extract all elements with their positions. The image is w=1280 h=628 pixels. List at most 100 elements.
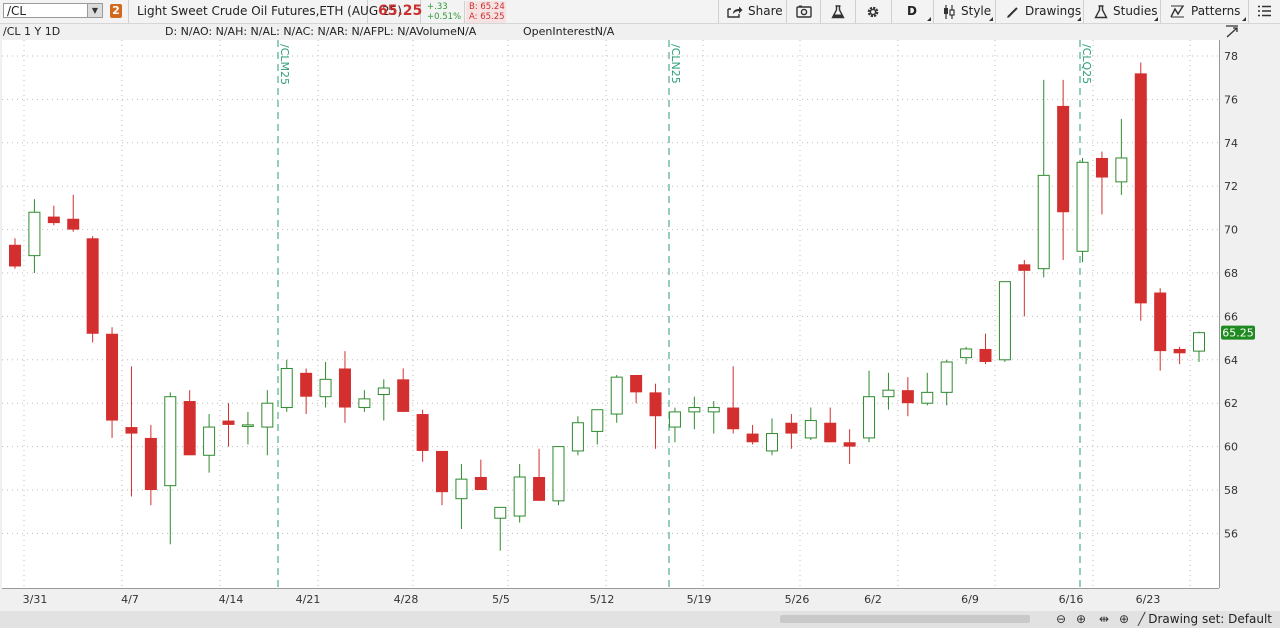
- candle-body: [222, 420, 235, 425]
- dropdown-corner-icon: [1242, 17, 1246, 21]
- x-tick-label: 6/23: [1136, 593, 1161, 606]
- time-scrollbar[interactable]: ⊖ ⊕ ⇹ ⊕ ╱ Drawing set: Default: [0, 611, 1280, 628]
- candle-body: [397, 379, 410, 412]
- snapshot-button[interactable]: [786, 0, 820, 23]
- symbol-input[interactable]: /CL ▼: [3, 3, 103, 18]
- link-group-badge[interactable]: 2: [110, 4, 122, 18]
- percent-change: +0.51%: [427, 12, 462, 22]
- candle-body: [241, 424, 254, 427]
- patterns-button[interactable]: Patterns: [1160, 0, 1248, 23]
- x-tick-label: 6/16: [1059, 593, 1084, 606]
- x-tick-label: 3/31: [23, 593, 48, 606]
- candle[interactable]: [1076, 157, 1089, 263]
- dropdown-corner-icon: [1154, 17, 1158, 21]
- candle[interactable]: [552, 446, 565, 506]
- symbol-input-value[interactable]: /CL: [7, 4, 26, 18]
- settings-button[interactable]: [855, 0, 891, 23]
- symbol-dropdown-icon[interactable]: ▼: [87, 4, 102, 17]
- zoom-out-icon[interactable]: ⊖: [1056, 612, 1066, 626]
- y-tick-label: 58: [1224, 484, 1238, 497]
- studies-label: Studies: [1113, 4, 1158, 18]
- x-tick-label: 4/21: [296, 593, 321, 606]
- crosshair-icon[interactable]: ⊕: [1119, 612, 1129, 626]
- toolbar: /CL ▼ 2 Light Sweet Crude Oil Futures,ET…: [0, 0, 1280, 24]
- ask-price: A: 65.25: [469, 12, 505, 22]
- chart-info-bar: /CL 1 Y 1D D: N/AO: N/AH: N/AL: N/AC: N/…: [0, 24, 1220, 40]
- plot-area[interactable]: [2, 40, 1219, 588]
- bid-price: B: 65.24: [469, 2, 505, 12]
- flask-button[interactable]: [820, 0, 855, 23]
- flask-icon: [831, 5, 845, 19]
- y-tick-label: 68: [1224, 267, 1238, 280]
- candle[interactable]: [86, 236, 99, 343]
- candle-body: [533, 476, 546, 501]
- rollover-label: /CLM25: [278, 44, 291, 85]
- menu-button[interactable]: [1248, 0, 1280, 23]
- candle-body: [746, 433, 759, 443]
- candle[interactable]: [998, 281, 1011, 362]
- candle-body: [474, 476, 487, 490]
- share-button[interactable]: Share: [718, 0, 786, 23]
- pencil-icon: [1007, 7, 1018, 18]
- candle-body: [1134, 73, 1147, 304]
- candle-body: [1076, 161, 1089, 252]
- aggregation-period-button[interactable]: D: [891, 0, 933, 23]
- zoom-in-icon[interactable]: ⊕: [1076, 612, 1086, 626]
- price-chart[interactable]: /CLM25/CLN25/CLQ25 56 58 60 62 64 66 68 70 72 74 7…: [0, 40, 1280, 610]
- drawings-button[interactable]: Drawings: [995, 0, 1083, 23]
- x-tick-label: 6/2: [864, 593, 882, 606]
- x-tick-label: 4/7: [121, 593, 139, 606]
- drawings-label: Drawings: [1025, 4, 1082, 18]
- candle-body: [979, 348, 992, 362]
- x-tick-label: 5/5: [492, 593, 510, 606]
- y-tick-label: 64: [1224, 354, 1238, 367]
- gear-icon: [867, 6, 879, 18]
- y-tick-label: 76: [1224, 93, 1238, 106]
- studies-button[interactable]: Studies: [1083, 0, 1160, 23]
- drawing-set-status[interactable]: Drawing set: Default: [1148, 611, 1272, 628]
- pan-arrows-icon[interactable]: ⇹: [1099, 612, 1109, 626]
- candle-body: [1018, 264, 1031, 271]
- scrollbar-thumb[interactable]: [780, 615, 1030, 623]
- style-label: Style: [961, 4, 992, 18]
- y-tick-label: 78: [1224, 50, 1238, 63]
- candle-body: [901, 390, 914, 404]
- candle-body: [338, 368, 351, 408]
- last-price: 65.25: [378, 3, 423, 19]
- open-interest-readout: OpenInterestN/A: [523, 25, 615, 38]
- patterns-icon: [1170, 5, 1184, 18]
- price-chart-svg[interactable]: /CLM25/CLN25/CLQ25 56 58 60 62 64 66 68 70 72 74 7…: [0, 40, 1280, 610]
- bid-ask-box: B: 65.24 A: 65.25: [466, 1, 506, 23]
- collapse-icon[interactable]: [1224, 24, 1240, 40]
- candle-body: [358, 398, 371, 409]
- candle-body: [785, 422, 798, 434]
- x-tick-label: 5/19: [687, 593, 712, 606]
- change-box: +.33 +0.51%: [424, 1, 465, 23]
- drawing-line-icon[interactable]: ╱: [1138, 612, 1145, 626]
- candle[interactable]: [1134, 62, 1147, 321]
- rollover-label: /CLQ25: [1080, 44, 1093, 84]
- candle-body: [727, 407, 740, 430]
- x-tick-label: 5/26: [785, 593, 810, 606]
- camera-icon: [796, 5, 812, 18]
- ohlc-readout: D: N/AO: N/AH: N/AL: N/AC: N/AR: N/AFPL:…: [165, 25, 477, 38]
- share-icon: [727, 6, 743, 18]
- style-button[interactable]: Style: [933, 0, 995, 23]
- candle-body: [649, 392, 662, 417]
- candle-body: [106, 333, 119, 421]
- candle-body: [1095, 157, 1108, 178]
- instrument-description: Light Sweet Crude Oil Futures,ETH (AUG 2…: [128, 0, 402, 23]
- candle-body: [1115, 157, 1128, 183]
- candle-body: [824, 422, 837, 443]
- candle-body: [707, 407, 720, 413]
- candle-body: [1193, 332, 1206, 352]
- candle-body: [688, 407, 701, 413]
- patterns-label: Patterns: [1191, 4, 1241, 18]
- candle-body: [377, 387, 390, 396]
- dropdown-corner-icon: [1077, 17, 1081, 21]
- candle-body: [203, 426, 216, 456]
- candle-body: [494, 506, 507, 519]
- y-tick-label: 66: [1224, 310, 1238, 323]
- candle-body: [552, 446, 565, 502]
- share-label: Share: [748, 4, 783, 18]
